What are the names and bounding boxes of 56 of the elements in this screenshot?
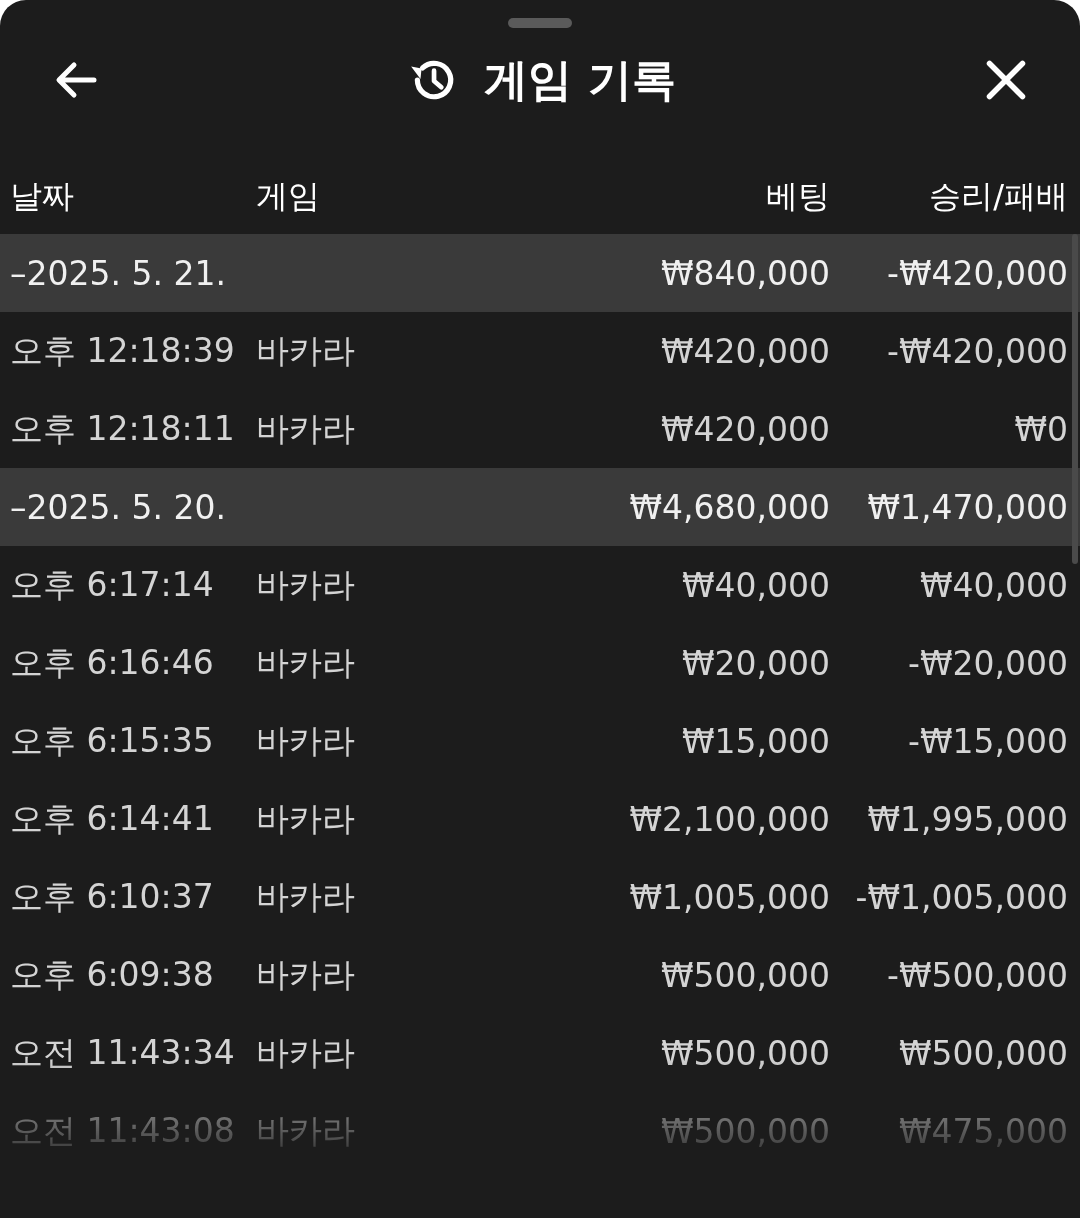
bet-cell-text: ₩420,000: [659, 331, 830, 371]
scrollbar[interactable]: [1072, 234, 1078, 564]
column-header: 날짜: [10, 176, 75, 217]
bet-cell-text: ₩420,000: [659, 409, 830, 449]
game-cell-text: 바카라: [256, 797, 356, 840]
time-cell-text: 오후 6:16:46: [10, 641, 215, 684]
result-cell-text: ₩500,000: [897, 1033, 1068, 1073]
date-group-row[interactable]: –2025. 5. 20. ₩4,680,000 ₩1,470,000: [0, 468, 1080, 546]
bet-cell-text: ₩15,000: [680, 721, 830, 761]
game-cell-text: 바카라: [256, 1109, 356, 1152]
group-bet-total: ₩840,000: [659, 253, 830, 293]
bet-cell-text: ₩20,000: [680, 643, 830, 683]
column-header: 승리/패배: [928, 176, 1068, 217]
game-cell-text: 바카라: [256, 329, 356, 372]
bet-cell-text: ₩500,000: [659, 1033, 830, 1073]
result-cell-text: ₩475,000: [897, 1111, 1068, 1151]
bet-cell-text: ₩2,100,000: [628, 799, 830, 839]
bet-cell-text: ₩500,000: [659, 1111, 830, 1151]
game-cell-text: 바카라: [256, 407, 356, 450]
drag-handle[interactable]: [508, 18, 572, 28]
column-header: 게임: [256, 176, 321, 217]
result-cell-text: ₩1,995,000: [866, 799, 1068, 839]
result-cell-text: -₩500,000: [886, 955, 1068, 995]
result-cell-text: -₩20,000: [907, 643, 1068, 683]
time-cell-text: 오후 6:14:41: [10, 797, 215, 840]
close-icon[interactable]: [984, 58, 1028, 102]
result-cell-text: -₩420,000: [886, 331, 1068, 371]
time-cell-text: 오전 11:43:34: [10, 1031, 236, 1074]
time-cell-text: 오후 6:09:38: [10, 953, 215, 996]
result-cell-text: -₩1,005,000: [854, 877, 1068, 917]
game-cell-text: 바카라: [256, 875, 356, 918]
time-cell-text: 오후 12:18:11: [10, 407, 236, 450]
time-cell-text: 오후 6:15:35: [10, 719, 215, 762]
bet-cell-text: ₩40,000: [680, 565, 830, 605]
time-cell-text: 오후 6:10:37: [10, 875, 215, 918]
time-cell-text: 오후 6:17:14: [10, 563, 215, 606]
game-cell-text: 바카라: [256, 953, 356, 996]
game-cell-text: 바카라: [256, 563, 356, 606]
group-date: –2025. 5. 20.: [10, 487, 227, 527]
group-result-total: -₩420,000: [886, 253, 1068, 293]
time-cell-text: 오전 11:43:08: [10, 1109, 236, 1152]
time-cell-text: 오후 12:18:39: [10, 329, 236, 372]
group-bet-total: ₩4,680,000: [628, 487, 830, 527]
group-date: –2025. 5. 21.: [10, 253, 227, 293]
window-title: 게임 기록: [484, 52, 676, 107]
game-cell-text: 바카라: [256, 719, 356, 762]
result-cell-text: ₩40,000: [918, 565, 1068, 605]
game-cell-text: 바카라: [256, 641, 356, 684]
bet-cell-text: ₩1,005,000: [628, 877, 830, 917]
group-result-total: ₩1,470,000: [866, 487, 1068, 527]
result-cell-text: -₩15,000: [907, 721, 1068, 761]
column-header: 베팅: [765, 176, 830, 217]
game-cell-text: 바카라: [256, 1031, 356, 1074]
result-cell-text: ₩0: [1013, 409, 1068, 449]
date-group-row[interactable]: –2025. 5. 21. ₩840,000 -₩420,000: [0, 234, 1080, 312]
bet-cell-text: ₩500,000: [659, 955, 830, 995]
